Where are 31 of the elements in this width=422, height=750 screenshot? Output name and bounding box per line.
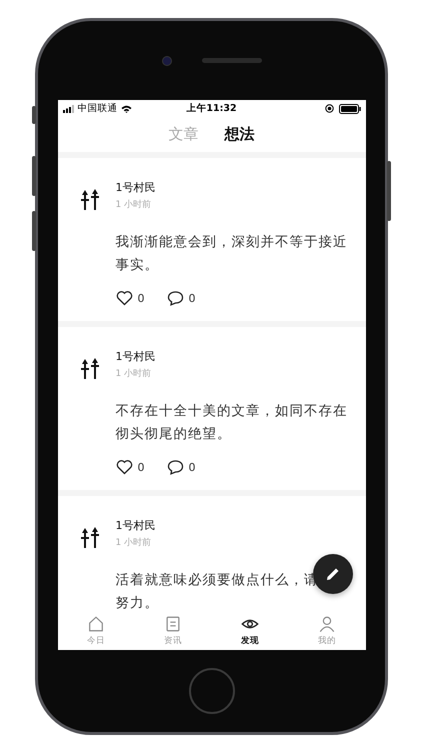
battery-icon <box>338 104 360 114</box>
like-count: 0 <box>138 292 144 304</box>
wifi-icon <box>120 104 132 112</box>
comment-count: 0 <box>188 292 196 304</box>
post-time: 1 小时前 <box>116 198 152 211</box>
heart-icon[interactable] <box>116 290 132 306</box>
carrier-name: 中国联通 <box>78 102 118 115</box>
person-icon <box>318 615 336 633</box>
rotation-lock-icon <box>324 104 334 113</box>
signal-icon <box>62 104 74 112</box>
speaker-grille <box>202 58 262 63</box>
comment-count: 0 <box>188 460 196 474</box>
camera-icon <box>162 56 172 66</box>
like-count: 0 <box>138 460 144 474</box>
post-time: 1 小时前 <box>116 536 152 549</box>
document-icon <box>164 615 182 633</box>
post-text: 不存在十全十美的文章，如同不存在彻头彻尾的绝望。 <box>116 402 348 444</box>
heart-icon[interactable] <box>116 459 132 475</box>
author-name[interactable]: 1号村民 <box>116 180 348 195</box>
pencil-icon <box>324 566 340 582</box>
post-text: 我渐渐能意会到，深刻并不等于接近事实。 <box>116 233 348 275</box>
author-name[interactable]: 1号村民 <box>116 349 348 364</box>
comment-icon[interactable] <box>166 290 184 306</box>
post-time: 1 小时前 <box>116 368 152 380</box>
tab-bar-item[interactable]: 发现 <box>212 612 288 650</box>
home-icon <box>87 615 105 633</box>
author-name[interactable]: 1号村民 <box>116 518 348 533</box>
post-text-line: 努力。 <box>116 594 159 612</box>
comment-icon[interactable] <box>166 459 184 475</box>
status-time: 上午11:32 <box>186 102 237 115</box>
tab[interactable]: 想法 <box>224 125 254 144</box>
